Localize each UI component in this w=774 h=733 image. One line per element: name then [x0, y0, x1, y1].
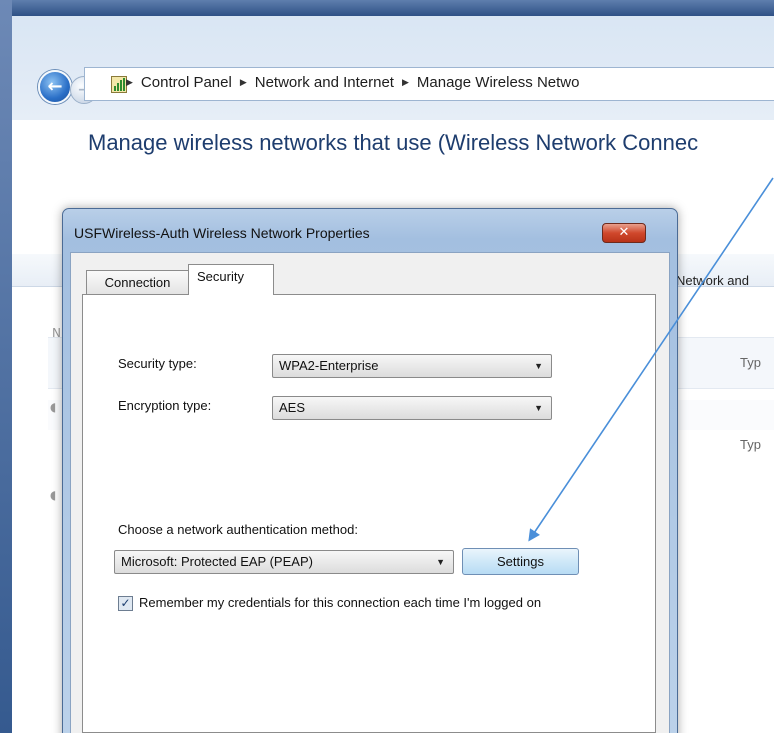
breadcrumb-manage-wireless[interactable]: Manage Wireless Netwo — [417, 74, 580, 91]
security-type-value: WPA2-Enterprise — [279, 358, 379, 373]
dialog-title: USFWireless-Auth Wireless Network Proper… — [74, 225, 370, 241]
list-column-edge: N — [52, 326, 61, 340]
security-type-label: Security type: — [118, 356, 197, 371]
back-arrow-icon: ← — [47, 76, 63, 97]
encryption-type-value: AES — [279, 400, 306, 415]
tab-security[interactable]: Security — [188, 264, 274, 295]
page-title: Manage wireless networks that use (Wirel… — [88, 130, 699, 155]
breadcrumb-network-internet[interactable]: Network and Internet — [255, 74, 394, 91]
control-panel-window: ← → ▼ ▶ Control Panel ▶ Network and Inte… — [0, 0, 774, 733]
window-frame-left — [0, 0, 12, 733]
settings-button[interactable]: Settings — [462, 548, 579, 575]
close-button[interactable]: ✕ — [602, 223, 646, 243]
breadcrumb-separator-icon: ▶ — [126, 77, 133, 87]
tab-connection[interactable]: Connection — [86, 270, 189, 294]
network-type-text: Typ — [740, 355, 761, 370]
list-item-edge: ◖ — [50, 400, 57, 414]
chevron-down-icon: ▼ — [436, 557, 445, 567]
encryption-type-select[interactable]: AES ▼ — [272, 396, 552, 420]
auth-method-select[interactable]: Microsoft: Protected EAP (PEAP) ▼ — [114, 550, 454, 574]
checkmark-icon: ✓ — [120, 596, 131, 610]
network-type-text: Typ — [740, 437, 761, 452]
security-type-select[interactable]: WPA2-Enterprise ▼ — [272, 354, 552, 378]
window-frame-top — [0, 0, 774, 16]
network-folder-icon — [111, 76, 127, 93]
remember-credentials-label[interactable]: Remember my credentials for this connect… — [139, 594, 559, 611]
list-item-edge: ◖ — [50, 488, 57, 502]
breadcrumb-control-panel[interactable]: Control Panel — [141, 74, 232, 91]
breadcrumb-separator-icon: ▶ — [239, 77, 247, 87]
breadcrumb: ▶ Control Panel ▶ Network and Internet ▶… — [126, 74, 579, 91]
remember-credentials-checkbox[interactable]: ✓ — [118, 596, 133, 611]
back-button[interactable]: ← — [38, 70, 72, 104]
auth-method-label: Choose a network authentication method: — [118, 522, 358, 537]
auth-method-value: Microsoft: Protected EAP (PEAP) — [121, 554, 313, 569]
encryption-type-label: Encryption type: — [118, 398, 212, 413]
command-bar-item[interactable]: Network and — [676, 273, 749, 288]
chevron-down-icon: ▼ — [534, 361, 543, 371]
breadcrumb-separator-icon: ▶ — [401, 77, 409, 87]
close-icon: ✕ — [618, 225, 630, 240]
chevron-down-icon: ▼ — [534, 403, 543, 413]
